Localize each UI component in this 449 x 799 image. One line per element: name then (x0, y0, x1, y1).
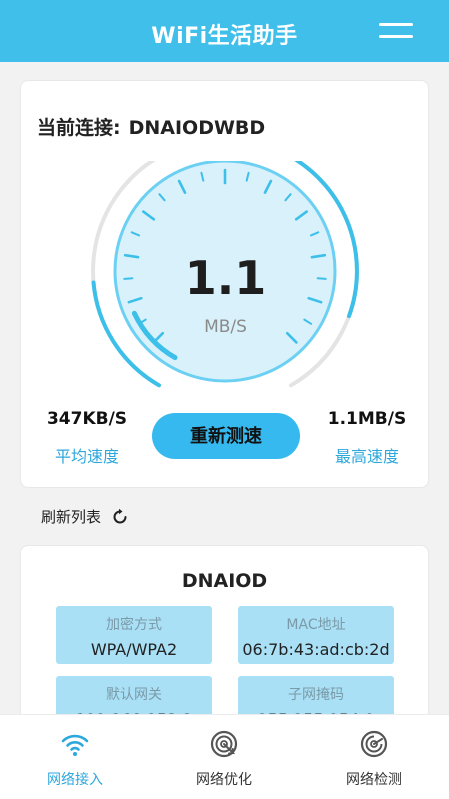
mac-box: MAC地址 06:7b:43:ad:cb:2d (238, 606, 394, 664)
info-key: 子网掩码 (288, 687, 344, 703)
connection-label: 当前连接: (37, 117, 121, 139)
avg-speed-stat: 347KB/S 平均速度 (39, 409, 135, 467)
bottom-nav: 网络接入 网络优化 网络检测 (0, 714, 449, 799)
info-value: 06:7b:43:ad:cb:2d (242, 640, 390, 659)
retest-button[interactable]: 重新测速 (152, 413, 300, 459)
detect-icon (360, 730, 388, 758)
nav-item-access[interactable]: 网络接入 (25, 729, 125, 789)
info-key: 加密方式 (106, 617, 162, 633)
nav-label: 网络检测 (346, 772, 402, 788)
refresh-icon[interactable] (111, 508, 129, 526)
hamburger-menu-icon[interactable] (379, 22, 413, 40)
wifi-icon (61, 734, 89, 756)
max-speed-stat: 1.1MB/S 最高速度 (319, 409, 415, 467)
connection-ssid: DNAIODWBD (128, 117, 266, 139)
refresh-label: 刷新列表 (41, 508, 102, 526)
nav-label: 网络优化 (196, 772, 252, 788)
nav-item-detect[interactable]: 网络检测 (324, 729, 424, 789)
app-header: WiFi生活助手 (0, 0, 449, 62)
gauge-speed-unit: MB/S (204, 317, 247, 337)
refresh-list[interactable]: 刷新列表 (41, 506, 129, 527)
max-speed-label: 最高速度 (334, 447, 399, 466)
encryption-box: 加密方式 WPA/WPA2 (56, 606, 212, 664)
gauge-speed-value: 1.1 (184, 251, 267, 305)
speed-card: 当前连接: DNAIODWBD 1.1 MB/S 347KB/S 平均速度 重新测… (20, 80, 429, 488)
current-connection: 当前连接: DNAIODWBD (37, 113, 265, 140)
info-value: WPA/WPA2 (90, 640, 178, 659)
optimize-icon (210, 730, 238, 758)
avg-speed-value: 347KB/S (46, 409, 128, 429)
nav-label: 网络接入 (47, 772, 103, 788)
avg-speed-label: 平均速度 (54, 447, 119, 466)
menu-line (379, 35, 413, 38)
max-speed-value: 1.1MB/S (327, 409, 407, 429)
menu-line (379, 23, 413, 26)
network-ssid: DNAIOD (181, 570, 268, 592)
info-key: 默认网关 (106, 687, 162, 703)
info-key: MAC地址 (286, 617, 346, 633)
nav-item-optimize[interactable]: 网络优化 (174, 729, 274, 789)
